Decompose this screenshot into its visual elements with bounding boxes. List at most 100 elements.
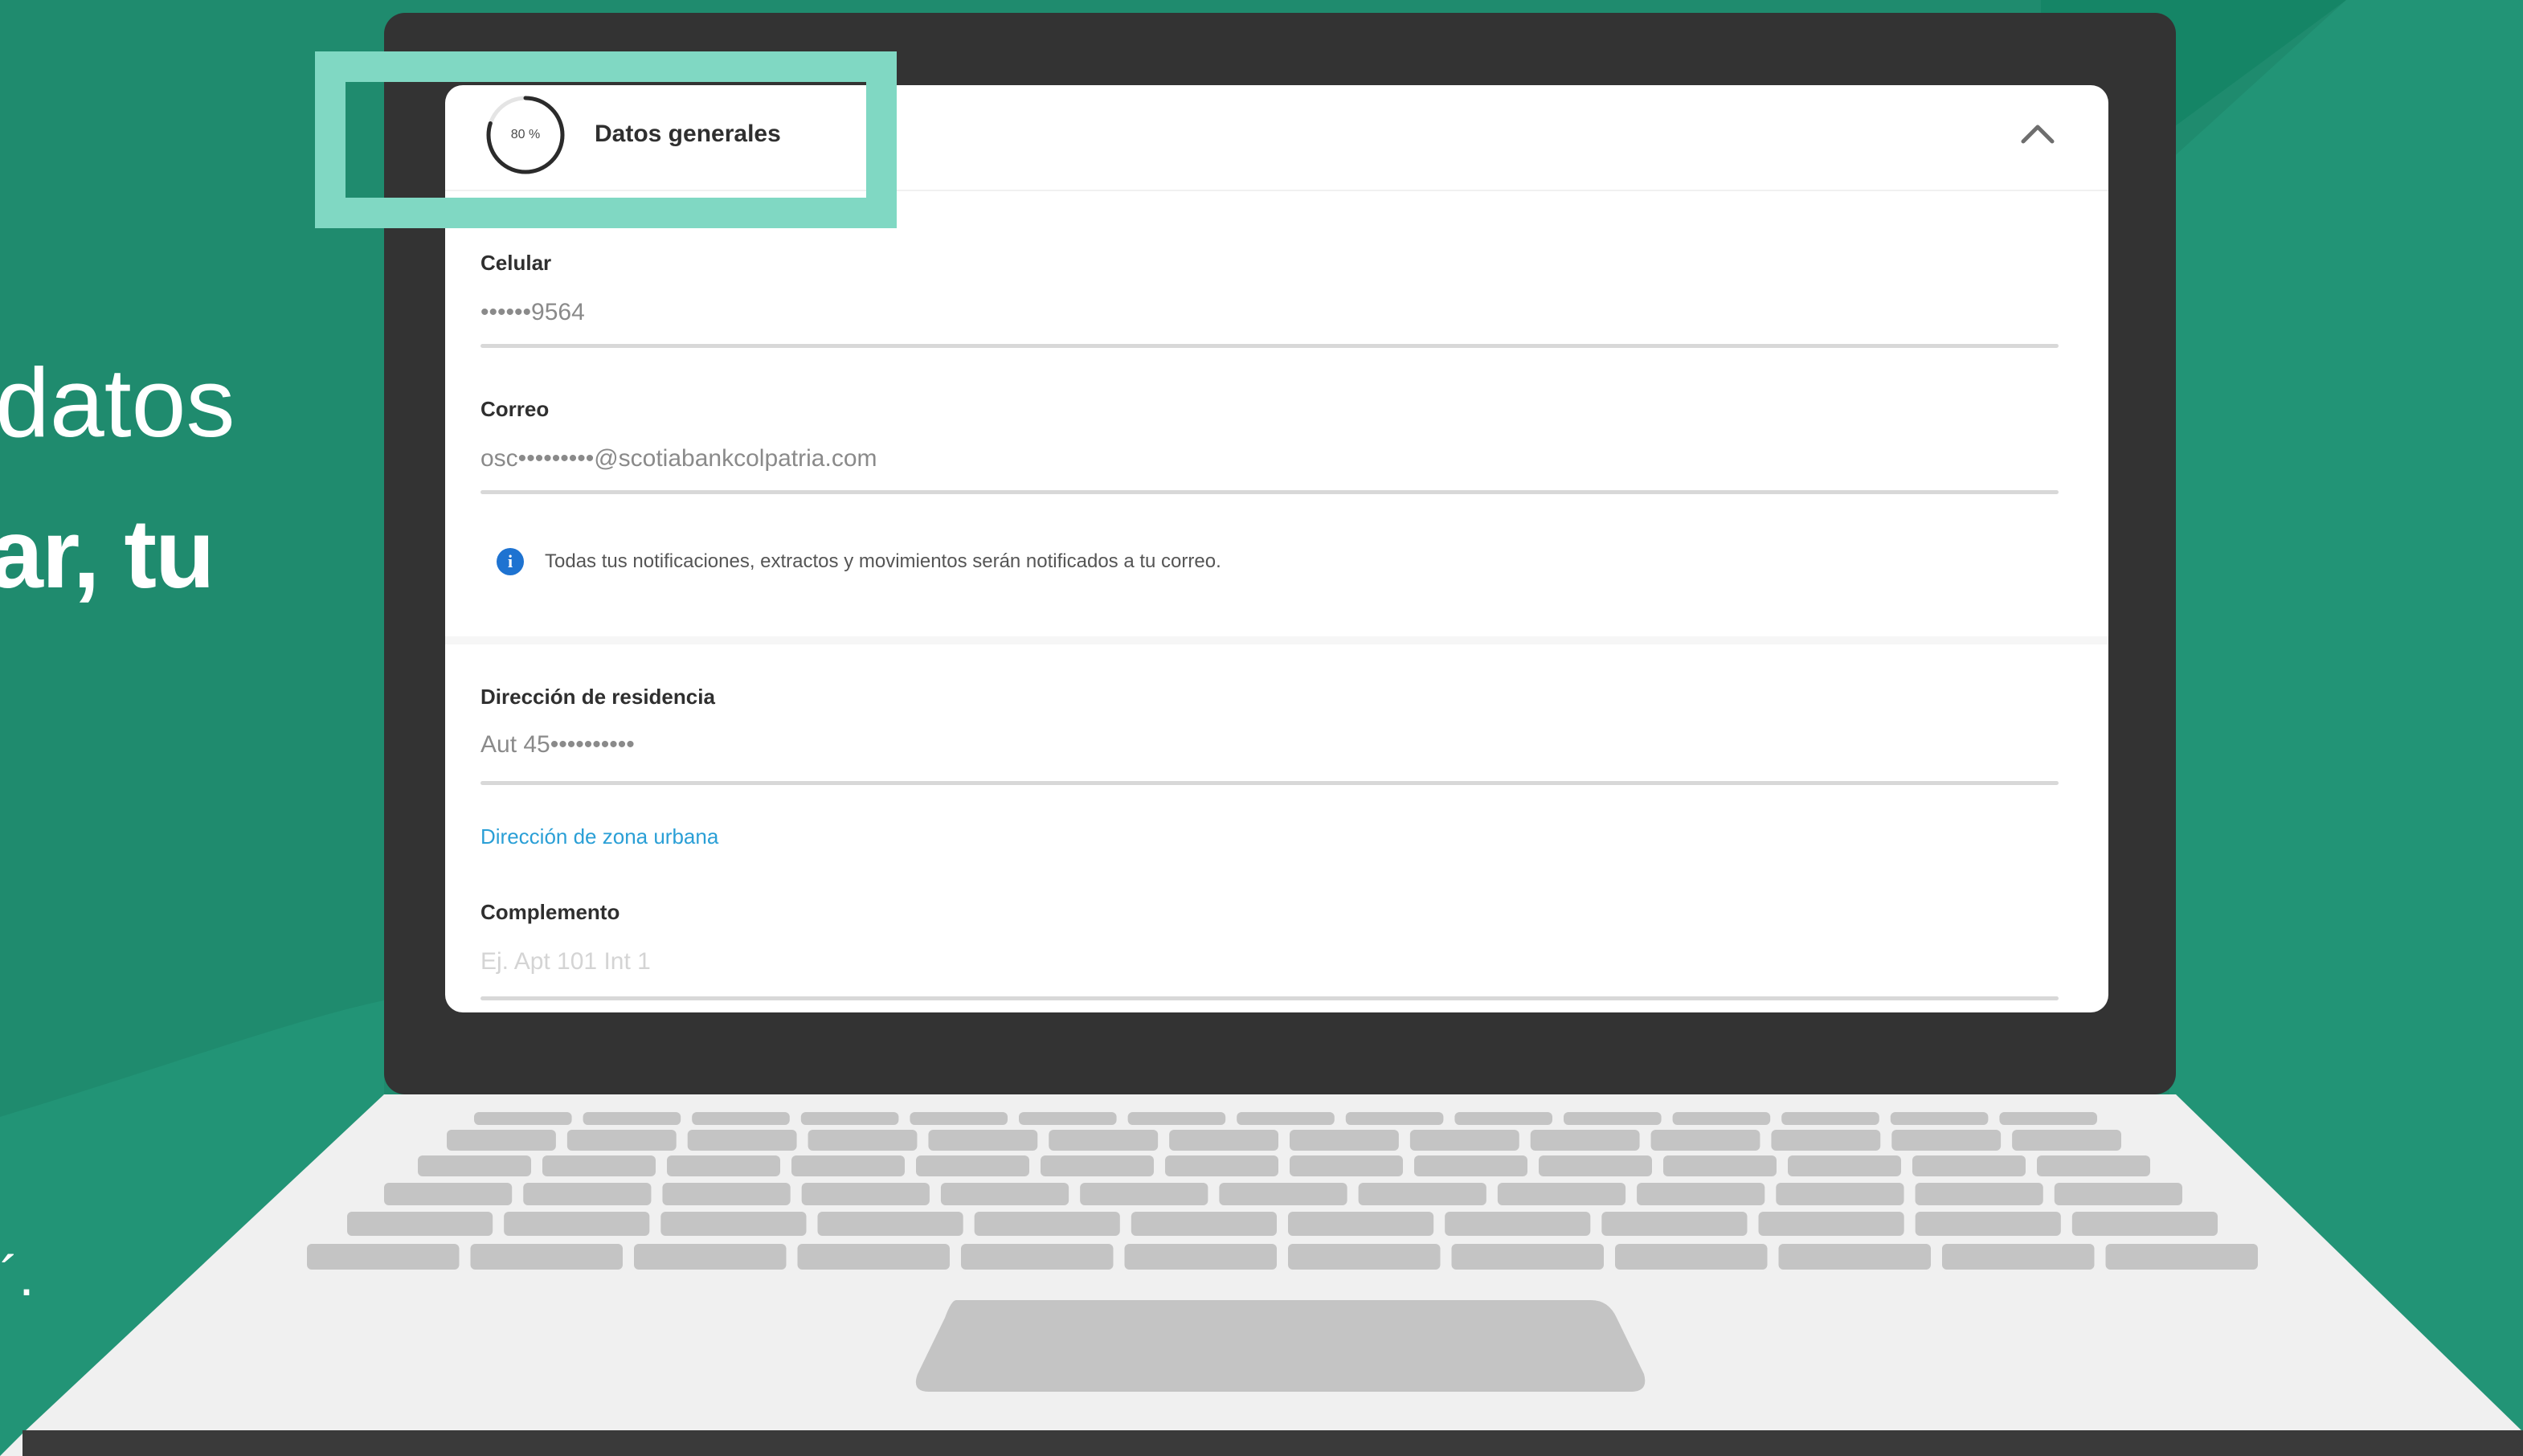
- keyboard-key[interactable]: [1912, 1155, 2026, 1176]
- keyboard-key[interactable]: [1650, 1130, 1760, 1151]
- keyboard-key[interactable]: [667, 1155, 780, 1176]
- keyboard-key[interactable]: [801, 1183, 930, 1205]
- phone-field[interactable]: ••••••9564: [480, 299, 585, 326]
- keyboard-key[interactable]: [660, 1212, 807, 1236]
- keyboard-key[interactable]: [447, 1130, 556, 1151]
- keyboard-key[interactable]: [1049, 1130, 1159, 1151]
- keyboard-key[interactable]: [1890, 1112, 1989, 1125]
- email-notice: i Todas tus notificaciones, extractos y …: [497, 548, 1221, 575]
- keyboard-key[interactable]: [1124, 1244, 1278, 1270]
- keyboard-key[interactable]: [1290, 1155, 1403, 1176]
- keyboard-key[interactable]: [1414, 1155, 1527, 1176]
- keyboard-key[interactable]: [791, 1155, 905, 1176]
- keyboard-key[interactable]: [1041, 1155, 1154, 1176]
- keyboard-key[interactable]: [347, 1212, 493, 1236]
- keyboard-key[interactable]: [1663, 1155, 1777, 1176]
- keyboard-key[interactable]: [474, 1112, 572, 1125]
- keyboard-key[interactable]: [1615, 1244, 1768, 1270]
- keyboard-key[interactable]: [1345, 1112, 1444, 1125]
- info-icon: i: [497, 548, 524, 575]
- keyboard-key[interactable]: [1454, 1112, 1552, 1125]
- keyboard-key[interactable]: [1771, 1130, 1881, 1151]
- phone-field-underline: [480, 344, 2059, 348]
- keyboard-key[interactable]: [974, 1212, 1120, 1236]
- keyboard-key[interactable]: [634, 1244, 787, 1270]
- keyboard-key[interactable]: [2012, 1130, 2121, 1151]
- keyboard-key[interactable]: [1781, 1112, 1879, 1125]
- keyboard-key[interactable]: [1237, 1112, 1335, 1125]
- keyboard-key[interactable]: [2105, 1244, 2259, 1270]
- email-field-underline: [480, 490, 2059, 494]
- keyboard-key[interactable]: [1758, 1212, 1904, 1236]
- keyboard-key[interactable]: [1942, 1244, 2095, 1270]
- keyboard-key[interactable]: [384, 1183, 513, 1205]
- keyboard-key[interactable]: [1288, 1244, 1441, 1270]
- keyboard-key[interactable]: [1564, 1112, 1662, 1125]
- keyboard-key[interactable]: [1999, 1112, 2097, 1125]
- keyboard-key[interactable]: [418, 1155, 531, 1176]
- keyboard-key[interactable]: [662, 1183, 791, 1205]
- keyboard-key[interactable]: [1445, 1212, 1591, 1236]
- complement-label: Complemento: [480, 900, 620, 924]
- keyboard-key[interactable]: [1290, 1130, 1399, 1151]
- keyboard-key[interactable]: [817, 1212, 963, 1236]
- keyboard-key[interactable]: [916, 1155, 1029, 1176]
- keyboard-key[interactable]: [504, 1212, 650, 1236]
- keyboard-key[interactable]: [307, 1244, 460, 1270]
- keyboard-key[interactable]: [1776, 1183, 1904, 1205]
- keyboard-key[interactable]: [1672, 1112, 1771, 1125]
- keyboard-key[interactable]: [1019, 1112, 1117, 1125]
- keyboard-key[interactable]: [910, 1112, 1008, 1125]
- complement-field-underline: [480, 996, 2059, 1000]
- section-divider: [445, 636, 2108, 644]
- keyboard-key[interactable]: [1288, 1212, 1434, 1236]
- keyboard-key[interactable]: [523, 1183, 652, 1205]
- keyboard-key[interactable]: [1778, 1244, 1932, 1270]
- keyboard-key[interactable]: [808, 1130, 918, 1151]
- keyboard-key[interactable]: [1530, 1130, 1640, 1151]
- keyboard-key[interactable]: [542, 1155, 656, 1176]
- keyboard-key[interactable]: [1165, 1155, 1278, 1176]
- keyboard-key[interactable]: [1358, 1183, 1486, 1205]
- keyboard-key[interactable]: [797, 1244, 951, 1270]
- keyboard-key[interactable]: [1891, 1130, 2002, 1151]
- keyboard-key[interactable]: [687, 1130, 797, 1151]
- keyboard-key[interactable]: [2037, 1155, 2150, 1176]
- address-field-underline: [480, 781, 2059, 785]
- email-label: Correo: [480, 397, 550, 421]
- keyboard-key[interactable]: [1131, 1212, 1277, 1236]
- keyboard-key[interactable]: [1127, 1112, 1226, 1125]
- urban-address-link[interactable]: Dirección de zona urbana: [480, 824, 718, 849]
- keyboard-key[interactable]: [1539, 1155, 1652, 1176]
- keyboard-key[interactable]: [566, 1130, 677, 1151]
- keyboard-key[interactable]: [928, 1130, 1038, 1151]
- highlight-frame: [315, 51, 897, 228]
- keyboard-key[interactable]: [1497, 1183, 1626, 1205]
- keyboard-key[interactable]: [1601, 1212, 1748, 1236]
- keyboard-key[interactable]: [800, 1112, 899, 1125]
- keyboard-key[interactable]: [1915, 1212, 2061, 1236]
- keyboard-key[interactable]: [1451, 1244, 1605, 1270]
- address-field[interactable]: Aut 45••••••••••: [480, 731, 635, 759]
- keyboard-key[interactable]: [1219, 1183, 1347, 1205]
- complement-field[interactable]: Ej. Apt 101 Int 1: [480, 948, 651, 975]
- keyboard-key[interactable]: [583, 1112, 681, 1125]
- email-notice-text: Todas tus notificaciones, extractos y mo…: [545, 550, 1221, 572]
- chevron-up-icon[interactable]: [2018, 119, 2057, 148]
- address-label: Dirección de residencia: [480, 685, 715, 709]
- keyboard-key[interactable]: [1169, 1130, 1278, 1151]
- keyboard-key[interactable]: [1637, 1183, 1765, 1205]
- phone-label: Celular: [480, 251, 552, 275]
- keyboard-key[interactable]: [1915, 1183, 2043, 1205]
- keyboard-key[interactable]: [940, 1183, 1069, 1205]
- keyboard-key[interactable]: [1788, 1155, 1901, 1176]
- keyboard-key[interactable]: [2071, 1212, 2218, 1236]
- trackpad[interactable]: [915, 1300, 1646, 1392]
- keyboard-key[interactable]: [470, 1244, 624, 1270]
- keyboard-key[interactable]: [1080, 1183, 1208, 1205]
- email-field[interactable]: osc•••••••••@scotiabankcolpatria.com: [480, 445, 877, 472]
- keyboard-key[interactable]: [961, 1244, 1114, 1270]
- keyboard-key[interactable]: [692, 1112, 790, 1125]
- keyboard-key[interactable]: [2054, 1183, 2182, 1205]
- keyboard-key[interactable]: [1409, 1130, 1519, 1151]
